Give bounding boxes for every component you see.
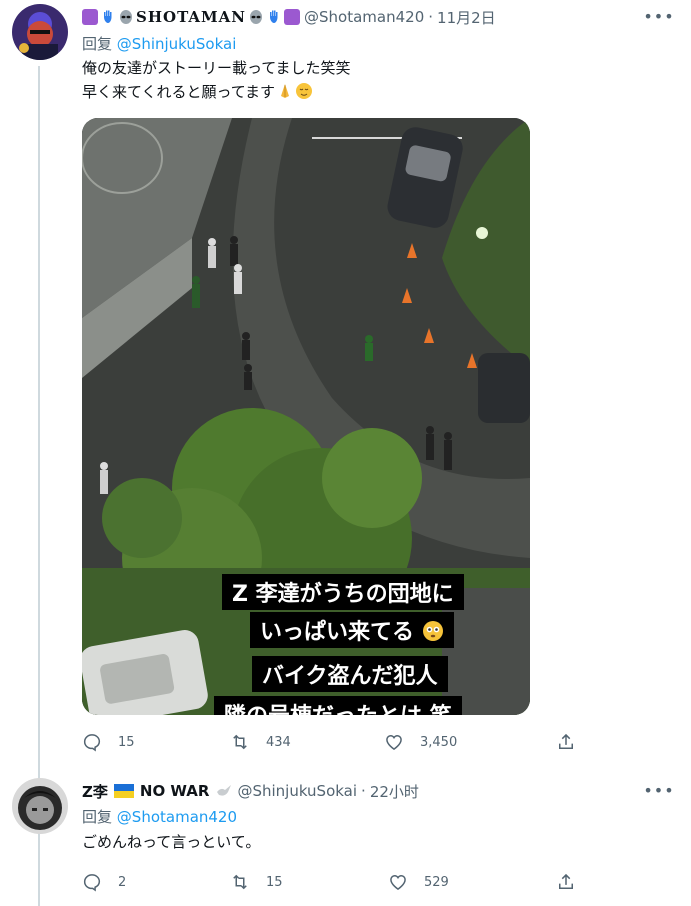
retweet-count: 434 — [266, 734, 291, 750]
story-caption-4: 隣の号棟だったとは 笑 — [214, 696, 462, 715]
timestamp[interactable]: 11月2日 — [437, 7, 496, 28]
relieved-face-emoji-icon — [296, 83, 313, 99]
reply-button[interactable]: 15 — [82, 730, 135, 754]
share-icon — [559, 873, 573, 889]
reply-mention-link[interactable]: @Shotaman420 — [117, 808, 237, 826]
like-count: 529 — [424, 874, 449, 890]
timestamp[interactable]: 22小时 — [370, 781, 419, 802]
tweet-header: SHOTAMAN @Shotaman420 · 11月2日 — [82, 6, 496, 28]
folded-hands-emoji-icon — [281, 84, 290, 98]
avatar[interactable] — [12, 4, 68, 60]
share-icon — [559, 733, 573, 749]
like-button[interactable]: 529 — [388, 870, 449, 894]
dove-icon — [217, 785, 232, 796]
heart-icon — [386, 734, 402, 750]
like-count: 3,450 — [420, 734, 458, 750]
more-options-button[interactable]: ••• — [643, 780, 673, 800]
reply-icon — [83, 874, 101, 892]
reply-button[interactable]: 2 — [82, 870, 126, 894]
display-name[interactable]: Z李 NO WAR — [82, 781, 233, 802]
alien-icon — [120, 10, 132, 24]
share-button[interactable] — [556, 730, 576, 754]
separator-dot: · — [428, 8, 434, 26]
reply-context: 回复 @ShinjukuSokai — [82, 35, 237, 53]
tweet-text: 俺の友達がストーリー載ってました笑笑 早く来てくれると願ってます — [82, 59, 351, 101]
reply-count: 2 — [118, 874, 127, 890]
tweet-shotaman[interactable]: SHOTAMAN @Shotaman420 · 11月2日 ••• 回复 @Sh… — [0, 0, 691, 770]
more-options-button[interactable]: ••• — [643, 6, 673, 26]
alien-icon — [250, 10, 263, 24]
story-caption-1: Z 李達がうちの団地に — [222, 574, 464, 610]
tweet-text: ごめんねって言っといて。 — [82, 833, 261, 851]
hamsa-hand-icon — [104, 10, 112, 23]
retweet-icon — [233, 874, 247, 890]
story-caption-2: いっぱい来てる — [250, 612, 454, 648]
flushed-face-emoji-icon — [422, 621, 443, 641]
tweet-actions: 2 15 529 — [82, 870, 582, 894]
om-emoji-icon — [82, 9, 98, 25]
like-button[interactable]: 3,450 — [384, 730, 457, 754]
reply-context: 回复 @Shotaman420 — [82, 808, 238, 826]
om-emoji-icon — [284, 9, 301, 25]
reply-icon — [83, 734, 101, 752]
tweet-shinjukusokai[interactable]: Z李 NO WAR @ShinjukuSokai · 22小时 ••• 回复 @… — [0, 770, 691, 906]
retweet-button[interactable]: 434 — [230, 730, 291, 754]
reply-count: 15 — [118, 734, 135, 750]
separator-dot: · — [361, 782, 366, 800]
retweet-count: 15 — [266, 874, 283, 890]
story-caption-3: バイク盗んだ犯人 — [252, 656, 448, 692]
user-handle[interactable]: @Shotaman420 — [304, 8, 424, 26]
heart-icon — [390, 874, 406, 890]
display-name[interactable]: SHOTAMAN — [82, 8, 301, 26]
retweet-button[interactable]: 15 — [230, 870, 283, 894]
ukraine-flag-icon — [113, 784, 134, 798]
tweet-media-image[interactable]: Z 李達がうちの団地に いっぱい来てる バイク盗んだ犯人 隣の号棟だったとは 笑 — [82, 118, 530, 715]
hamsa-hand-icon — [270, 10, 278, 23]
avatar[interactable] — [12, 778, 68, 834]
user-handle[interactable]: @ShinjukuSokai — [237, 782, 357, 800]
share-button[interactable] — [556, 870, 576, 894]
tweet-actions: 15 434 3,450 — [82, 730, 582, 754]
tweet-header: Z李 NO WAR @ShinjukuSokai · 22小时 — [82, 780, 419, 802]
retweet-icon — [233, 734, 247, 750]
reply-mention-link[interactable]: @ShinjukuSokai — [117, 35, 237, 53]
